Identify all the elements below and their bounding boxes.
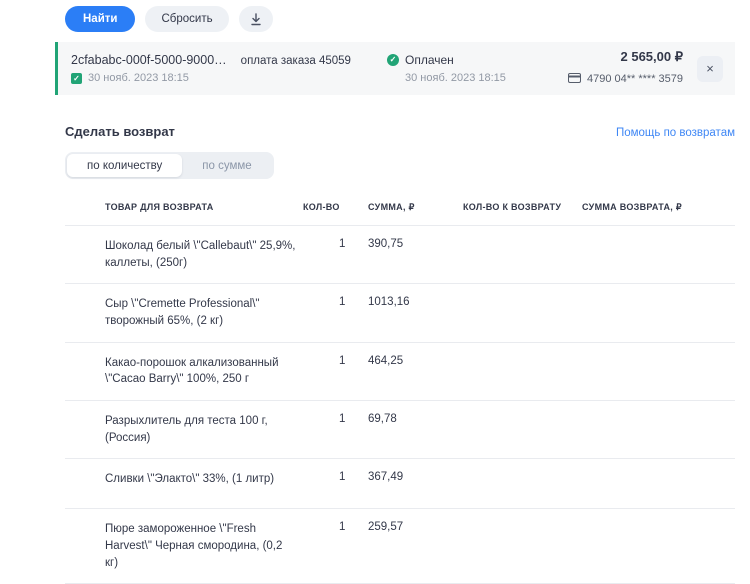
- product-name: Сливки \"Элакто\" 33%, (1 литр): [105, 473, 275, 486]
- refund-items-table: ТОВАР ДЛЯ ВОЗВРАТА КОЛ-ВО СУММА, ₽ КОЛ-В…: [65, 190, 735, 584]
- table-row: Пюре замороженное \"Fresh Harvest\" Черн…: [65, 508, 735, 584]
- close-button[interactable]: ×: [697, 55, 723, 82]
- payment-id: 2cfababc-000f-5000-9000…: [71, 53, 227, 67]
- product-sum: 464,25: [368, 354, 404, 367]
- column-header-qty: КОЛ-ВО: [303, 202, 340, 212]
- payment-header-card: 2cfababc-000f-5000-9000… оплата заказа 4…: [55, 42, 735, 95]
- payment-created-date: 30 нояб. 2023 18:15: [88, 72, 189, 84]
- table-row: Шоколад белый \"Callebaut\" 25,9%, калле…: [65, 225, 735, 283]
- table-row: Разрыхлитель для теста 100 г, (Россия) 1…: [65, 400, 735, 458]
- payment-amount-block: 2 565,00 ₽ 4790 04** **** 3579: [537, 49, 697, 88]
- column-header-refund-qty: КОЛ-ВО К ВОЗВРАТУ: [463, 202, 562, 212]
- product-name: Шоколад белый \"Callebaut\" 25,9%, калле…: [105, 240, 296, 269]
- download-icon: [250, 12, 262, 26]
- product-name: Пюре замороженное \"Fresh Harvest\" Черн…: [105, 523, 283, 569]
- card-number: 4790 04** **** 3579: [586, 73, 683, 85]
- product-qty: 1: [339, 413, 346, 426]
- payment-info: 2cfababc-000f-5000-9000… оплата заказа 4…: [58, 53, 387, 84]
- payment-order-description: оплата заказа 45059: [240, 55, 351, 67]
- product-sum: 390,75: [368, 238, 404, 250]
- payment-amount: 2 565,00 ₽: [620, 49, 684, 64]
- table-row: Какао-порошок алкализованный \"Cacao Bar…: [65, 341, 735, 400]
- refund-help-link[interactable]: Помощь по возвратам: [616, 127, 735, 139]
- column-header-product: ТОВАР ДЛЯ ВОЗВРАТА: [105, 202, 214, 212]
- table-row: Сливки \"Элакто\" 33%, (1 литр) 1 367,49: [65, 458, 735, 508]
- product-qty: 1: [339, 238, 346, 250]
- product-name: Какао-порошок алкализованный \"Cacao Bar…: [105, 356, 279, 386]
- product-name: Разрыхлитель для теста 100 г, (Россия): [105, 415, 268, 444]
- download-button[interactable]: [238, 6, 273, 32]
- search-toolbar: Найти Сбросить: [65, 6, 273, 32]
- table-header-row: ТОВАР ДЛЯ ВОЗВРАТА КОЛ-ВО СУММА, ₽ КОЛ-В…: [65, 190, 735, 225]
- status-date: 30 нояб. 2023 18:15: [405, 72, 506, 84]
- refund-mode-tabs: по количеству по сумме: [65, 152, 274, 179]
- find-button[interactable]: Найти: [65, 6, 136, 32]
- product-qty: 1: [339, 521, 346, 534]
- tab-by-sum[interactable]: по сумме: [182, 154, 271, 177]
- product-name: Сыр \"Cremette Professional\" творожный …: [105, 298, 260, 328]
- product-qty: 1: [339, 296, 346, 309]
- product-sum: 367,49: [368, 471, 404, 484]
- reset-button[interactable]: Сбросить: [145, 6, 229, 32]
- status-label: Оплачен: [405, 53, 454, 67]
- payment-status-block: ✓ Оплачен 30 нояб. 2023 18:15: [387, 53, 537, 84]
- table-row: Сыр \"Cremette Professional\" творожный …: [65, 283, 735, 341]
- tab-by-quantity[interactable]: по количеству: [67, 154, 183, 177]
- product-sum: 1013,16: [368, 296, 410, 309]
- card-icon: [567, 70, 581, 88]
- status-check-icon: ✓: [387, 54, 399, 66]
- refund-section-header: Сделать возврат Помощь по возвратам: [65, 124, 735, 139]
- refund-title: Сделать возврат: [65, 124, 175, 139]
- column-header-sum: СУММА, ₽: [368, 202, 415, 212]
- product-sum: 69,78: [368, 413, 397, 426]
- receipt-check-icon: ✓: [71, 72, 82, 84]
- column-header-refund-sum: СУММА ВОЗВРАТА, ₽: [582, 202, 682, 212]
- product-qty: 1: [339, 471, 346, 484]
- product-qty: 1: [339, 354, 346, 367]
- product-sum: 259,57: [368, 521, 404, 534]
- payment-details-page: Найти Сбросить 2cfababc-000f-5000-9000… …: [0, 0, 750, 584]
